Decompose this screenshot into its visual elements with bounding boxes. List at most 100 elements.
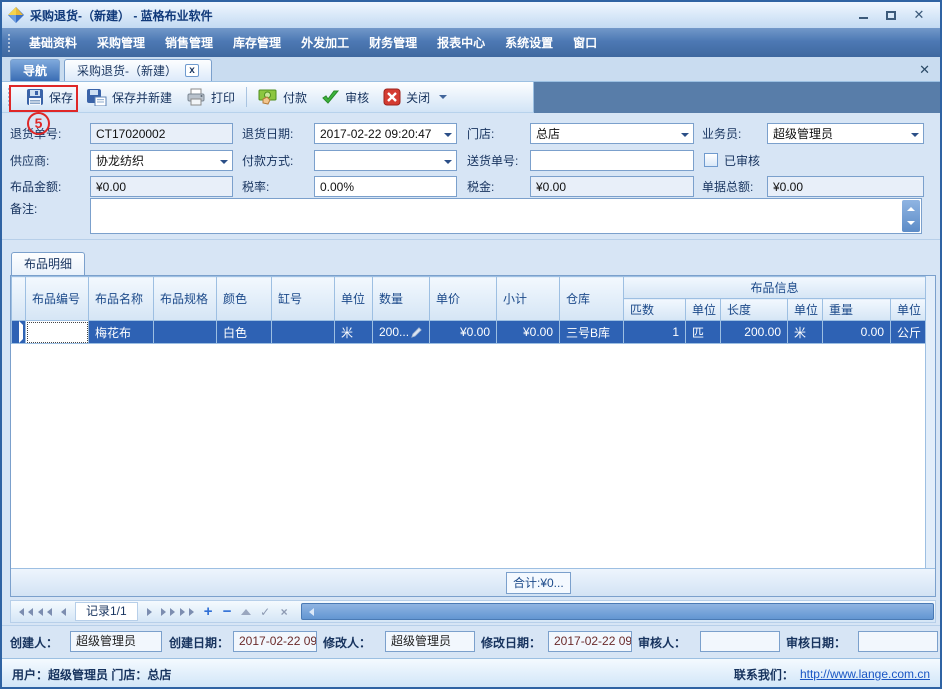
tab-purchase-return[interactable]: 采购退货-（新建） x [64,59,212,81]
scroll-down-icon[interactable] [907,221,915,229]
grid-horizontal-scrollbar[interactable] [301,603,934,620]
close-x-icon [383,88,401,106]
save-button[interactable]: 保存 [19,85,80,109]
nav-prior-page-button[interactable] [34,603,51,620]
close-document-button[interactable]: 关闭 [376,85,437,109]
col-header-code[interactable]: 布品编号 [26,277,89,321]
col-header-length[interactable]: 长度 [721,299,788,321]
menu-sales[interactable]: 销售管理 [155,29,223,56]
cell-name[interactable]: 梅花布 [89,321,154,344]
close-window-button[interactable]: ✕ [912,9,926,21]
col-header-unit[interactable]: 单位 [335,277,373,321]
cell-qty[interactable]: 200... [373,321,430,344]
cell-price[interactable]: ¥0.00 [430,321,497,344]
cell-spec[interactable] [154,321,217,344]
chevron-down-icon[interactable] [220,160,228,168]
col-header-subtotal[interactable]: 小计 [497,277,560,321]
remark-textarea[interactable] [91,199,921,233]
col-header-name[interactable]: 布品名称 [89,277,154,321]
tax-field: ¥0.00 [530,176,694,197]
grid-summary-footer: 合计:¥0... [11,568,935,596]
col-header-price[interactable]: 单价 [430,277,497,321]
menu-purchase[interactable]: 采购管理 [87,29,155,56]
tab-fabric-detail[interactable]: 布品明细 [11,252,85,276]
col-header-length-unit[interactable]: 单位 [788,299,823,321]
delivery-no-input[interactable] [530,150,694,171]
nav-next-page-button[interactable] [162,603,179,620]
creator-field: 超级管理员 [70,631,162,652]
cell-length[interactable]: 200.00 [721,321,788,344]
tab-navigation[interactable]: 导航 [10,59,60,81]
col-header-qty[interactable]: 数量 [373,277,430,321]
auditor-label: 审核人： [638,632,686,654]
toolbar-dropdown-arrow[interactable] [439,95,447,103]
menu-basic-data[interactable]: 基础资料 [19,29,87,56]
chevron-down-icon[interactable] [444,160,452,168]
nav-first-button[interactable] [15,603,32,620]
cell-weight[interactable]: 0.00 [823,321,891,344]
tax-rate-input[interactable] [314,176,457,197]
col-header-lot[interactable]: 缸号 [272,277,335,321]
col-header-weight[interactable]: 重量 [823,299,891,321]
store-combo[interactable]: 总店 [530,123,694,144]
nav-post-button[interactable]: ✓ [257,603,274,620]
col-header-pcs-unit[interactable]: 单位 [686,299,721,321]
return-date-combo[interactable]: 2017-02-22 09:20:47 [314,123,457,144]
audited-checkbox[interactable] [704,153,718,167]
menu-reports[interactable]: 报表中心 [427,29,495,56]
maximize-button[interactable] [884,9,898,21]
delivery-no-label: 送货单号: [467,150,518,172]
salesman-combo[interactable]: 超级管理员 [767,123,924,144]
chevron-down-icon[interactable] [681,133,689,141]
audit-button[interactable]: 审核 [314,86,376,109]
tab-close-icon[interactable]: x [185,64,199,77]
minimize-button[interactable] [856,9,870,21]
cell-length-unit[interactable]: 米 [788,321,823,344]
nav-next-button[interactable] [143,603,160,620]
audit-check-icon [321,89,340,106]
scroll-up-icon[interactable] [907,203,915,211]
nav-edit-button[interactable] [238,603,255,620]
payment-method-combo[interactable] [314,150,457,171]
remark-scrollbar[interactable] [902,200,920,232]
cell-lot[interactable] [272,321,335,344]
menu-settings[interactable]: 系统设置 [495,29,563,56]
col-header-weight-unit[interactable]: 单位 [891,299,926,321]
supplier-combo[interactable]: 协龙纺织 [90,150,233,171]
col-header-warehouse[interactable]: 仓库 [560,277,624,321]
cell-weight-unit[interactable]: 公斤 [891,321,926,344]
cell-code[interactable]: G0001 [26,321,89,344]
cell-warehouse[interactable]: 三号B库 [560,321,624,344]
menu-inventory[interactable]: 库存管理 [223,29,291,56]
tabstrip-close-button[interactable]: ✕ [919,62,930,78]
save-and-new-button[interactable]: 保存并新建 [80,85,179,109]
scroll-left-icon[interactable] [305,608,314,616]
cell-unit[interactable]: 米 [335,321,373,344]
website-link[interactable]: http://www.lange.com.cn [800,667,930,681]
menu-finance[interactable]: 财务管理 [359,29,427,56]
cell-pcs[interactable]: 1 [624,321,686,344]
pay-button[interactable]: 付款 [251,85,314,109]
nav-last-button[interactable] [181,603,198,620]
salesman-label: 业务员: [702,123,741,145]
menu-window[interactable]: 窗口 [563,29,607,56]
nav-insert-button[interactable]: + [200,603,217,620]
chevron-down-icon[interactable] [911,133,919,141]
print-button[interactable]: 打印 [179,85,242,109]
cell-subtotal[interactable]: ¥0.00 [497,321,560,344]
menu-outsourcing[interactable]: 外发加工 [291,29,359,56]
table-row[interactable]: G0001 梅花布 白色 米 200... ¥0.00 ¥0.00 三号B库 [12,321,926,344]
window-title: 采购退货-（新建） - 蓝格布业软件 [30,7,213,24]
col-header-color[interactable]: 颜色 [217,277,272,321]
remark-label: 备注: [10,198,37,220]
nav-delete-button[interactable]: − [219,603,236,620]
nav-cancel-button[interactable]: × [276,603,293,620]
total-amount-label: 单据总额: [702,176,753,198]
grid-vertical-scrollbar[interactable] [925,276,935,568]
col-header-spec[interactable]: 布品规格 [154,277,217,321]
cell-color[interactable]: 白色 [217,321,272,344]
nav-prior-button[interactable] [53,603,70,620]
cell-pcs-unit[interactable]: 匹 [686,321,721,344]
col-header-pcs[interactable]: 匹数 [624,299,686,321]
chevron-down-icon[interactable] [444,133,452,141]
